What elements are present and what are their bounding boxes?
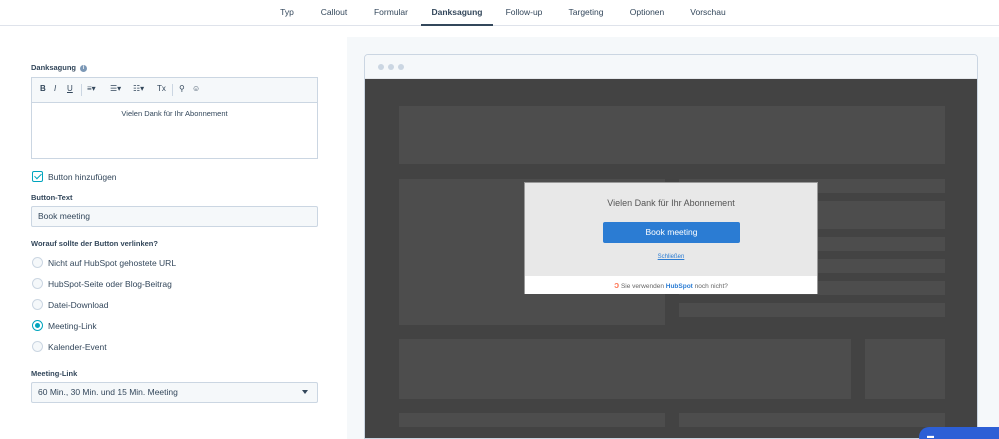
footer-brand-link[interactable]: HubSpot xyxy=(666,283,693,290)
placeholder-block xyxy=(399,106,945,164)
tab-targeting[interactable]: Targeting xyxy=(564,0,608,26)
meeting-link-select[interactable]: 60 Min., 30 Min. und 15 Min. Meeting xyxy=(31,382,318,403)
placeholder-block xyxy=(399,339,851,399)
thanks-label: Danksagung i xyxy=(31,63,88,72)
top-nav: Typ Callout Formular Danksagung Follow-u… xyxy=(0,0,999,26)
modal-footer: ↄ Sie verwenden HubSpot noch nicht? xyxy=(525,276,817,294)
toolbar-divider xyxy=(81,84,82,96)
chat-icon: ▬ xyxy=(927,433,934,439)
italic-icon[interactable]: I xyxy=(54,84,56,93)
window-dot-icon xyxy=(398,64,404,70)
radio-file-download[interactable] xyxy=(32,299,43,310)
tab-vorschau[interactable]: Vorschau xyxy=(688,0,728,26)
numbered-list-icon[interactable]: ☷▾ xyxy=(133,84,144,93)
placeholder-block xyxy=(679,413,945,427)
footer-suffix: noch nicht? xyxy=(694,283,728,290)
modal-title: Vielen Dank für Ihr Abonnement xyxy=(607,198,735,208)
rich-text-editor[interactable]: B I U ≡▾ ☰▾ ☷▾ Tx ⚲ ☺ Vielen Dank für Ih… xyxy=(31,77,318,159)
align-icon[interactable]: ≡▾ xyxy=(87,84,96,93)
add-button-label[interactable]: Button hinzufügen xyxy=(48,172,117,182)
chevron-down-icon xyxy=(302,390,308,394)
add-button-checkbox[interactable] xyxy=(32,171,43,182)
bold-icon[interactable]: B xyxy=(40,84,46,93)
toolbar-divider xyxy=(172,84,173,96)
button-text-input[interactable]: Book meeting xyxy=(31,206,318,227)
window-dot-icon xyxy=(378,64,384,70)
tab-optionen[interactable]: Optionen xyxy=(626,0,668,26)
link-question-label: Worauf sollte der Button verlinken? xyxy=(31,239,158,248)
hubspot-sprocket-icon: ↄ xyxy=(614,280,620,290)
radio-file-download-label[interactable]: Datei-Download xyxy=(48,300,108,310)
editor-content[interactable]: Vielen Dank für Ihr Abonnement xyxy=(32,103,317,118)
placeholder-block xyxy=(679,303,945,317)
radio-calendar-event[interactable] xyxy=(32,341,43,352)
radio-external-url-label[interactable]: Nicht auf HubSpot gehostete URL xyxy=(48,258,176,268)
book-meeting-button[interactable]: Book meeting xyxy=(603,222,740,243)
close-link[interactable]: Schließen xyxy=(525,254,817,260)
tab-typ[interactable]: Typ xyxy=(272,0,302,26)
footer-prefix: Sie verwenden xyxy=(620,283,664,290)
radio-hubspot-page-label[interactable]: HubSpot-Seite oder Blog-Beitrag xyxy=(48,279,172,289)
radio-external-url[interactable] xyxy=(32,257,43,268)
placeholder-block xyxy=(865,339,945,399)
chat-widget-button[interactable]: ▬ xyxy=(919,427,999,439)
link-icon[interactable]: ⚲ xyxy=(179,84,185,93)
radio-meeting-link-label[interactable]: Meeting-Link xyxy=(48,321,97,331)
placeholder-block xyxy=(399,413,665,427)
underline-icon[interactable]: U xyxy=(67,84,73,93)
tab-follow-up[interactable]: Follow-up xyxy=(503,0,545,26)
tab-formular[interactable]: Formular xyxy=(370,0,412,26)
bullet-list-icon[interactable]: ☰▾ xyxy=(110,84,121,93)
radio-meeting-link[interactable] xyxy=(32,320,43,331)
editor-toolbar: B I U ≡▾ ☰▾ ☷▾ Tx ⚲ ☺ xyxy=(32,78,317,103)
button-text-label: Button-Text xyxy=(31,193,73,202)
thanks-label-text: Danksagung xyxy=(31,63,77,72)
clear-format-icon[interactable]: Tx xyxy=(157,84,166,93)
tab-danksagung[interactable]: Danksagung xyxy=(421,0,493,26)
meeting-link-label: Meeting-Link xyxy=(31,369,78,378)
info-icon[interactable]: i xyxy=(80,65,88,72)
thank-you-modal: Vielen Dank für Ihr Abonnement Book meet… xyxy=(524,182,818,294)
meeting-link-value: 60 Min., 30 Min. und 15 Min. Meeting xyxy=(38,387,178,397)
window-dot-icon xyxy=(388,64,394,70)
tab-callout[interactable]: Callout xyxy=(316,0,352,26)
radio-hubspot-page[interactable] xyxy=(32,278,43,289)
browser-bar xyxy=(365,55,977,79)
emoji-icon[interactable]: ☺ xyxy=(192,84,200,93)
radio-calendar-event-label[interactable]: Kalender-Event xyxy=(48,342,107,352)
